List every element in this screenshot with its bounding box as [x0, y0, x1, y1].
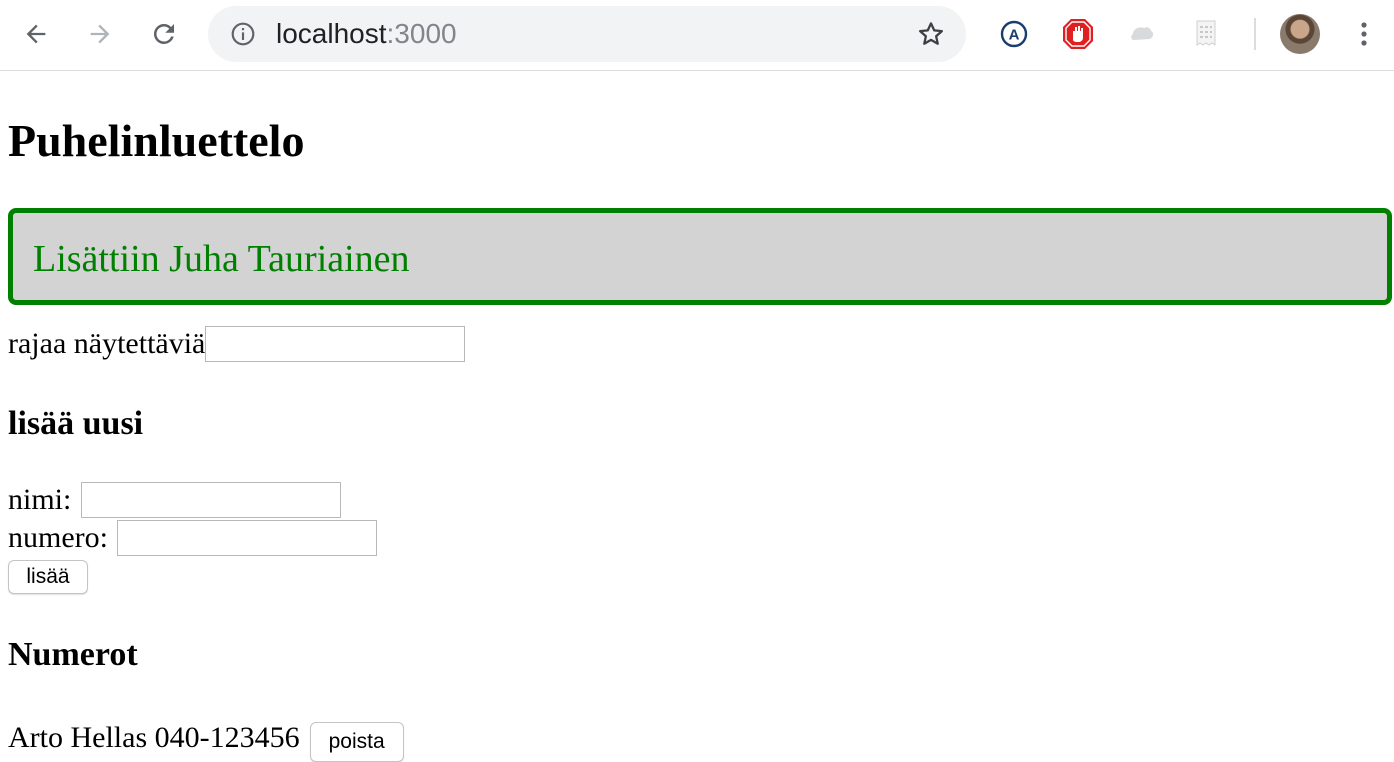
notification-message: Lisättiin Juha Tauriainen — [8, 208, 1392, 305]
entry-text: Arto Hellas 040-123456 — [8, 721, 300, 754]
number-input[interactable] — [116, 520, 377, 556]
reload-icon — [153, 23, 174, 44]
filter-input[interactable] — [205, 326, 466, 362]
star-icon[interactable] — [916, 19, 946, 49]
browser-toolbar: localhost:3000 A — [0, 0, 1394, 71]
adblock-extension-icon — [1063, 19, 1093, 49]
delete-button[interactable]: poista — [309, 722, 404, 762]
forward-button[interactable] — [80, 14, 120, 54]
cloud-extension-button[interactable] — [1124, 16, 1160, 52]
svg-text:A: A — [1009, 27, 1020, 44]
back-button[interactable] — [16, 14, 56, 54]
add-button[interactable]: lisää — [8, 560, 88, 594]
toolbar-divider — [1254, 18, 1256, 50]
filter-row: rajaa näytettäviä — [8, 326, 466, 362]
kebab-menu-icon[interactable] — [1352, 16, 1376, 52]
address-bar[interactable]: localhost:3000 — [208, 6, 966, 62]
page-title: Puhelinluettelo — [8, 115, 305, 166]
cloud-extension-icon — [1131, 27, 1154, 40]
url-host: localhost — [276, 18, 387, 49]
url-port: :3000 — [386, 18, 457, 49]
translate-extension-icon: A — [1000, 20, 1028, 48]
name-row: nimi: — [8, 482, 342, 518]
info-icon[interactable] — [230, 21, 256, 47]
name-input[interactable] — [81, 482, 342, 518]
filter-label: rajaa näytettäviä — [8, 327, 206, 360]
list-item: Arto Hellas 040-123456 poista — [8, 714, 404, 762]
url-text[interactable]: localhost:3000 — [276, 17, 457, 51]
name-label: nimi: — [8, 483, 72, 516]
avatar[interactable] — [1280, 14, 1320, 54]
back-arrow-icon — [26, 24, 46, 44]
translate-extension-button[interactable]: A — [996, 16, 1032, 52]
reload-button[interactable] — [144, 14, 184, 54]
number-row: numero: — [8, 520, 377, 556]
receipt-extension-button[interactable] — [1188, 16, 1224, 52]
forward-arrow-icon — [90, 24, 110, 44]
numbers-heading: Numerot — [8, 636, 138, 673]
add-new-heading: lisää uusi — [8, 405, 144, 442]
adblock-extension-button[interactable] — [1060, 16, 1096, 52]
receipt-extension-icon — [1196, 20, 1216, 46]
number-label: numero: — [8, 521, 108, 554]
